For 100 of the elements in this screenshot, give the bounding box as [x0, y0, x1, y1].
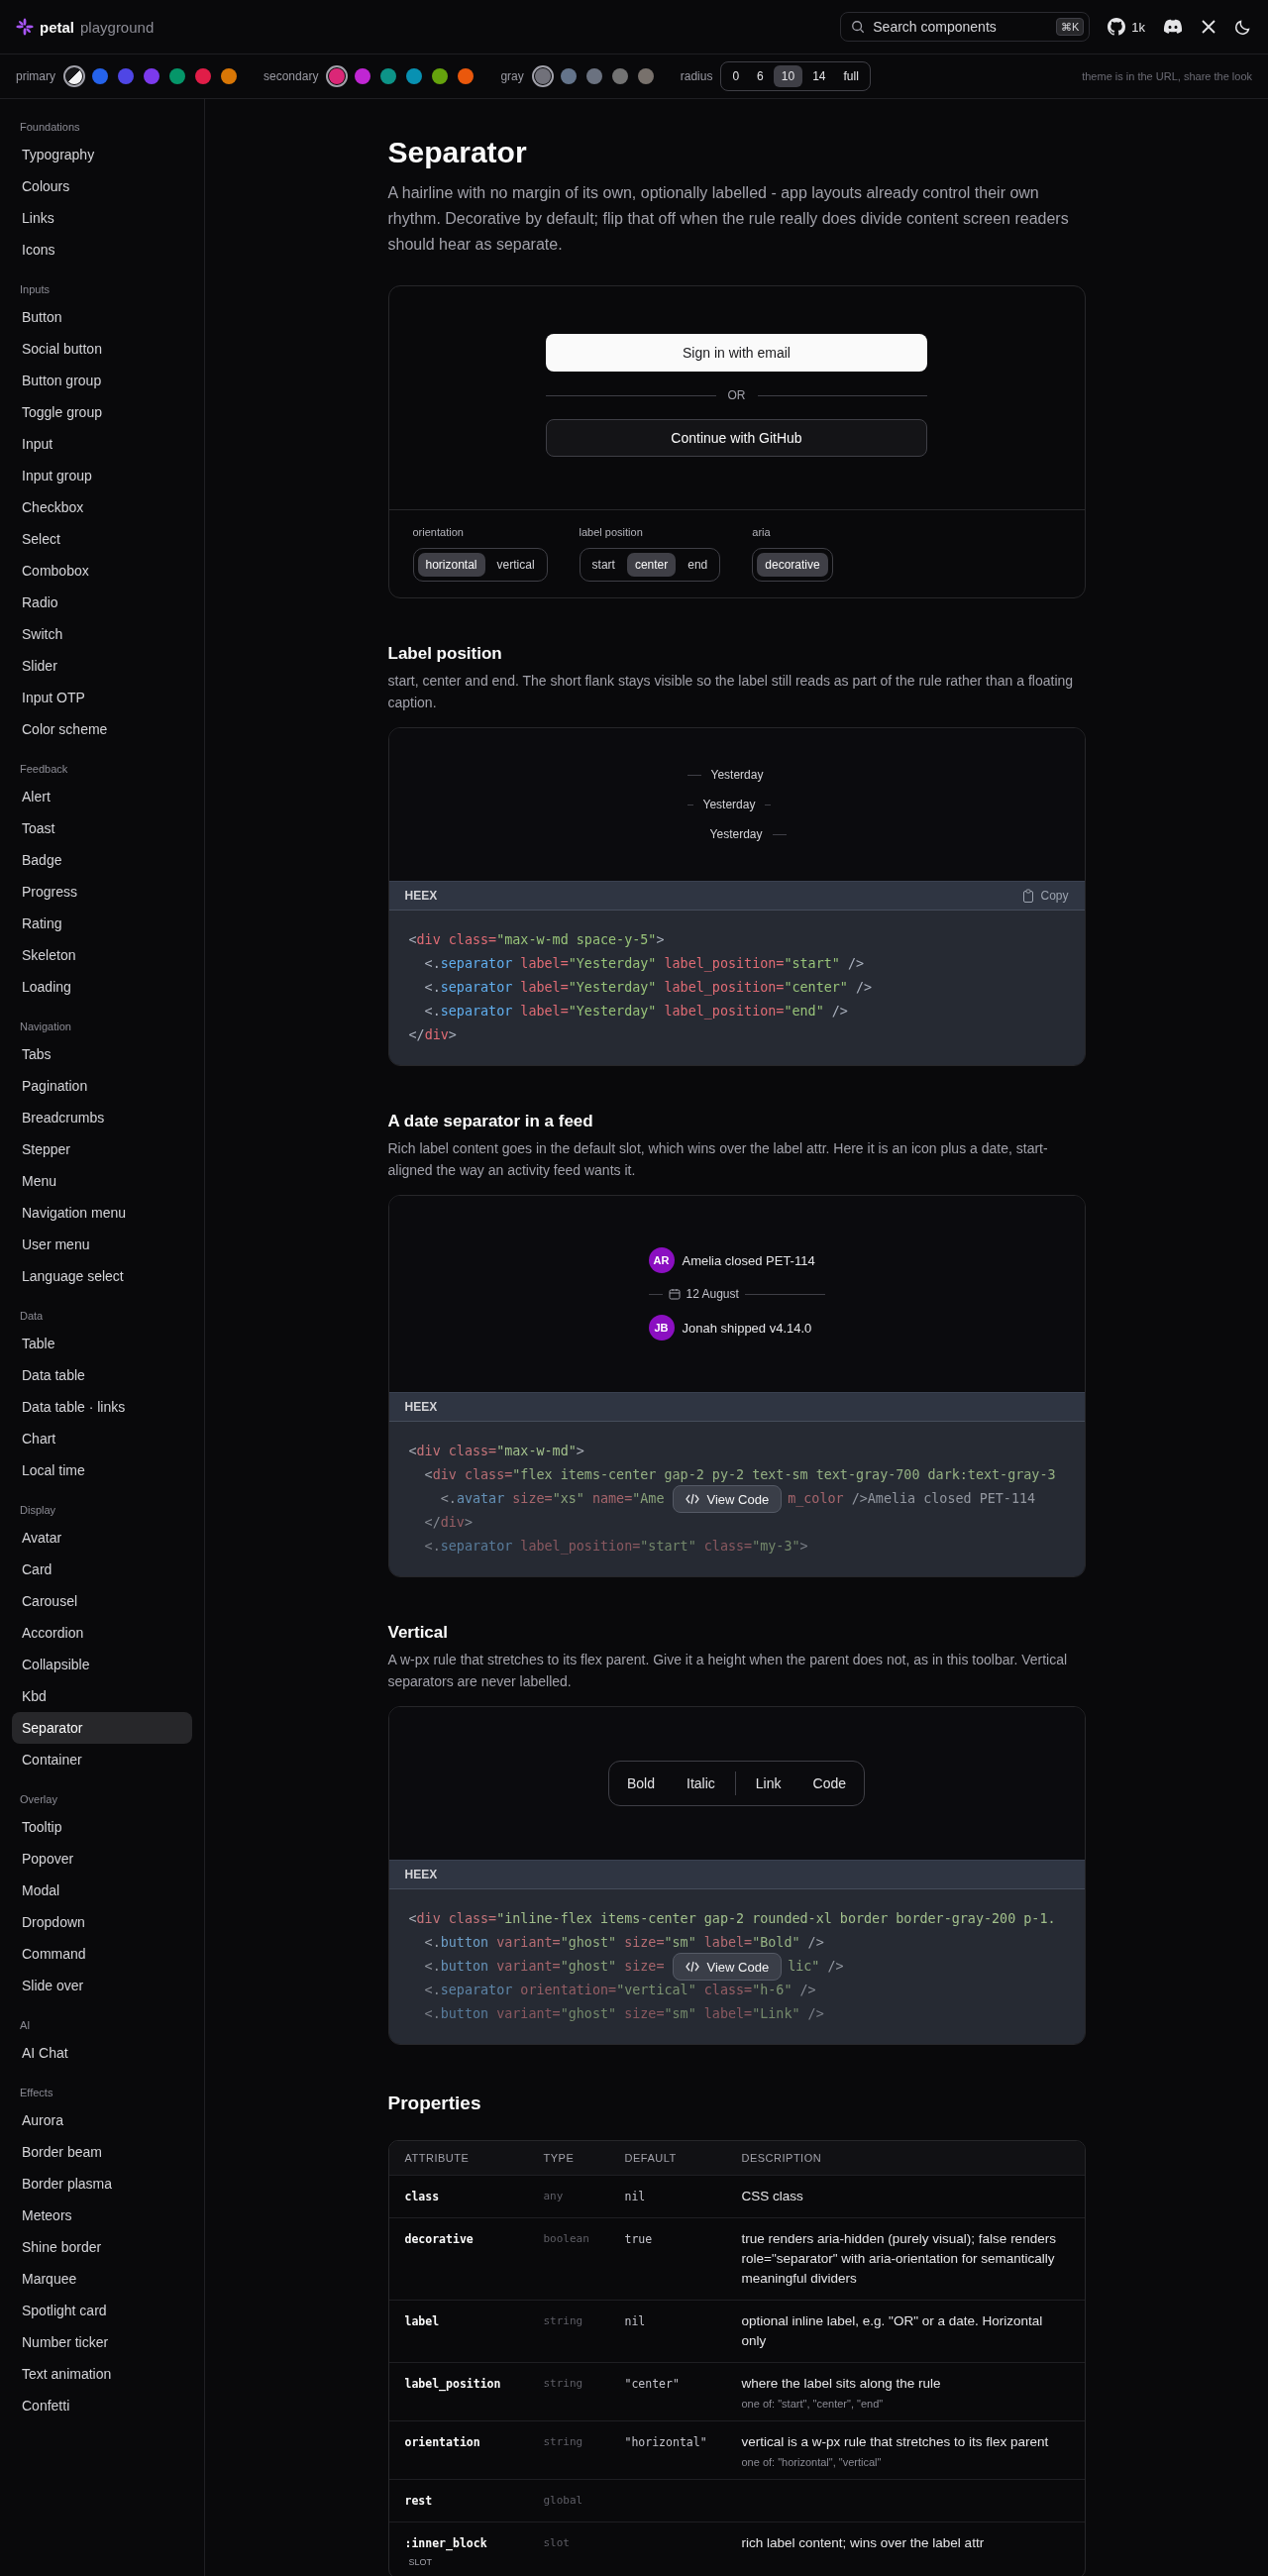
sidebar-item[interactable]: Shine border [12, 2231, 192, 2263]
code-language: HEEX [404, 889, 438, 903]
sidebar-item[interactable]: Tabs [12, 1038, 192, 1070]
sidebar-item[interactable]: Border beam [12, 2136, 192, 2168]
sidebar-item[interactable]: Navigation menu [12, 1197, 192, 1229]
sidebar-item[interactable]: Menu [12, 1165, 192, 1197]
page-title: Separator [387, 135, 528, 170]
sidebar-item[interactable]: Button group [12, 365, 192, 396]
toolbar-button[interactable]: Italic [675, 1768, 727, 1799]
radius-option[interactable]: 0 [724, 65, 748, 87]
sidebar-item[interactable]: Badge [12, 844, 192, 876]
sidebar-item[interactable]: Icons [12, 234, 192, 266]
toolbar-button[interactable]: Code [800, 1768, 858, 1799]
sidebar-item[interactable]: Breadcrumbs [12, 1102, 192, 1133]
sidebar-heading: Display [19, 1503, 57, 1518]
option-pill[interactable]: horizontal [417, 553, 485, 577]
chat-bubble-icon[interactable] [1163, 19, 1183, 35]
color-swatch[interactable] [63, 65, 85, 87]
sidebar-item[interactable]: Spotlight card [12, 2295, 192, 2326]
moon-icon[interactable] [1234, 18, 1252, 36]
sidebar-item[interactable]: Marquee [12, 2263, 192, 2295]
github-button[interactable]: Continue with GitHub [546, 419, 927, 457]
view-code-button[interactable]: View Code [672, 1953, 783, 1981]
sidebar-item[interactable]: Tooltip [12, 1811, 192, 1843]
sidebar-item[interactable]: Typography [12, 139, 192, 170]
sign-in-button[interactable]: Sign in with email [546, 334, 927, 372]
sidebar-item[interactable]: Alert [12, 781, 192, 812]
sidebar-item[interactable]: Dropdown [12, 1906, 192, 1938]
github-link[interactable]: 1k [1108, 18, 1145, 36]
sidebar-item[interactable]: Data table [12, 1359, 192, 1391]
sidebar-item[interactable]: Container [12, 1744, 192, 1775]
sidebar-item[interactable]: Progress [12, 876, 192, 908]
option-pill[interactable]: start [583, 553, 623, 577]
sidebar-item[interactable]: User menu [12, 1229, 192, 1260]
sidebar-item[interactable]: Local time [12, 1454, 192, 1486]
sidebar-item[interactable]: Avatar [12, 1522, 192, 1554]
sidebar-item[interactable]: Button [12, 301, 192, 333]
sidebar-item[interactable]: Table [12, 1328, 192, 1359]
shortcut-key: ⌘K [1055, 18, 1085, 36]
section-heading: Vertical [387, 1622, 449, 1644]
toolbar-button[interactable]: Bold [615, 1768, 668, 1799]
description-cell-text: where the label sits along the rule [741, 2375, 941, 2393]
radius-option[interactable]: 6 [749, 65, 772, 87]
sidebar-item[interactable]: Popover [12, 1843, 192, 1875]
sidebar-item[interactable]: Skeleton [12, 939, 192, 971]
sidebar-item[interactable]: Stepper [12, 1133, 192, 1165]
sidebar-item[interactable]: Color scheme [12, 713, 192, 745]
sidebar-item[interactable]: Links [12, 202, 192, 234]
color-swatch[interactable] [326, 65, 349, 87]
sidebar-item[interactable]: Toggle group [12, 396, 192, 428]
sidebar-item[interactable]: Rating [12, 908, 192, 939]
sidebar-item[interactable]: Input group [12, 460, 192, 491]
sidebar-item[interactable]: Social button [12, 333, 192, 365]
sidebar-item[interactable]: Kbd [12, 1680, 192, 1712]
option-pill[interactable]: vertical [488, 553, 543, 577]
sidebar-item[interactable]: Combobox [12, 555, 192, 587]
view-code-button[interactable]: View Code [672, 1485, 783, 1513]
sidebar-item[interactable]: Loading [12, 971, 192, 1003]
option-pill[interactable]: decorative [757, 553, 828, 577]
sidebar-heading: AI [19, 2018, 32, 2033]
sidebar-item[interactable]: Aurora [12, 2104, 192, 2136]
sidebar-item[interactable]: Card [12, 1554, 192, 1585]
sidebar-item[interactable]: Chart [12, 1423, 192, 1454]
sidebar-item[interactable]: Slide over [12, 1970, 192, 2001]
sidebar-item[interactable]: Slider [12, 650, 192, 682]
sidebar-item[interactable]: Checkbox [12, 491, 192, 523]
sidebar-item[interactable]: Command [12, 1938, 192, 1970]
sidebar-item[interactable]: Data table · links [12, 1391, 192, 1423]
toolbar-button[interactable]: Link [743, 1768, 793, 1799]
brand-name[interactable]: petal [40, 18, 74, 36]
sidebar-item[interactable]: AI Chat [12, 2037, 192, 2069]
description-cell-text: true renders aria-hidden (purely visual); false renders role="separator" with aria-orientation for semantically meaningful dividers [741, 2230, 1057, 2288]
sidebar-item[interactable]: Switch [12, 618, 192, 650]
sidebar-item[interactable]: Meteors [12, 2200, 192, 2231]
copy-button[interactable]: Copy [1022, 889, 1069, 903]
option-pill[interactable]: center [626, 553, 677, 577]
sidebar-item[interactable]: Toast [12, 812, 192, 844]
radius-option[interactable]: full [835, 65, 867, 87]
sidebar-item[interactable]: Colours [12, 170, 192, 202]
sidebar-item[interactable]: Pagination [12, 1070, 192, 1102]
sidebar-item[interactable]: Text animation [12, 2358, 192, 2390]
sidebar-item[interactable]: Select [12, 523, 192, 555]
sidebar-item[interactable]: Radio [12, 587, 192, 618]
sidebar-item[interactable]: Modal [12, 1875, 192, 1906]
sidebar-item[interactable]: Language select [12, 1260, 192, 1292]
sidebar-item[interactable]: Separator [12, 1712, 192, 1744]
sidebar-item[interactable]: Collapsible [12, 1649, 192, 1680]
radius-option[interactable]: 14 [804, 65, 834, 87]
x-logo-icon[interactable] [1201, 19, 1216, 35]
sidebar-item[interactable]: Input [12, 428, 192, 460]
swatch-group-label: gray [500, 69, 524, 83]
sidebar-item[interactable]: Input OTP [12, 682, 192, 713]
sidebar-item[interactable]: Accordion [12, 1617, 192, 1649]
sidebar-item[interactable]: Number ticker [12, 2326, 192, 2358]
color-swatch[interactable] [531, 65, 554, 87]
sidebar-item[interactable]: Confetti [12, 2390, 192, 2421]
radius-option[interactable]: 10 [773, 65, 803, 87]
option-pill[interactable]: end [680, 553, 716, 577]
sidebar-item[interactable]: Border plasma [12, 2168, 192, 2200]
sidebar-item[interactable]: Carousel [12, 1585, 192, 1617]
